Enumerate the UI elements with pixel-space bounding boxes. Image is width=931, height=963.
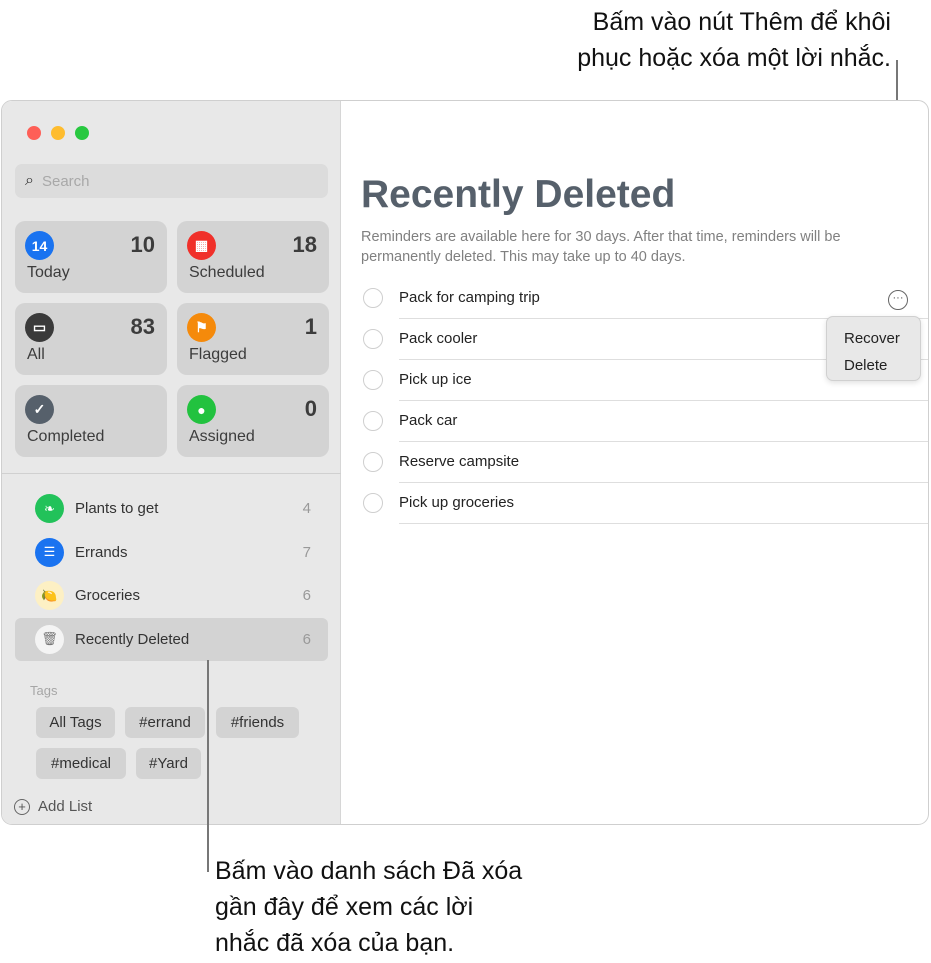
tag-chip[interactable]: All Tags [36, 707, 115, 738]
trash-icon: 🗑 [35, 624, 64, 654]
tag-chip[interactable]: #Yard [136, 748, 201, 779]
checkbox[interactable] [363, 411, 383, 431]
search-input[interactable]: ⌕ Search [15, 164, 328, 198]
zoom-button[interactable] [75, 126, 89, 140]
smart-list-today[interactable]: 14 10 Today [15, 221, 167, 293]
checkmark-icon: ✓ [25, 395, 54, 424]
main-pane: Recently Deleted Reminders are available… [342, 101, 928, 824]
callout-recently-deleted: Bấm vào danh sách Đã xóa gần đây để xem c… [215, 857, 523, 957]
divider [2, 473, 341, 474]
checkbox[interactable] [363, 493, 383, 513]
checkbox[interactable] [363, 370, 383, 390]
checkbox[interactable] [363, 452, 383, 472]
search-icon: ⌕ [25, 172, 34, 189]
divider [399, 523, 928, 524]
callout-line [207, 660, 209, 872]
list-item[interactable]: 🍋 Groceries 6 [15, 574, 328, 617]
smart-list-flagged[interactable]: ⚑ 1 Flagged [177, 303, 329, 375]
leaf-icon: ❧ [35, 494, 64, 523]
plus-circle-icon: + [14, 798, 30, 815]
page-title: Recently Deleted [361, 173, 676, 216]
minimize-button[interactable] [51, 126, 65, 140]
menu-item-delete[interactable]: Delete [844, 352, 920, 379]
person-icon: ● [187, 395, 216, 424]
smart-list-assigned[interactable]: ● 0 Assigned [177, 385, 329, 457]
flag-icon: ⚑ [187, 313, 216, 342]
smart-list-scheduled[interactable]: ▦ 18 Scheduled [177, 221, 329, 293]
checkbox[interactable] [363, 288, 383, 308]
close-button[interactable] [27, 126, 41, 140]
context-menu: Recover Delete [826, 316, 921, 381]
calendar-today-icon: 14 [25, 231, 54, 260]
tag-chip[interactable]: #friends [216, 707, 299, 738]
menu-item-recover[interactable]: Recover [844, 325, 920, 352]
list-icon: ☰ [35, 537, 64, 567]
calendar-icon: ▦ [187, 231, 216, 260]
list-item[interactable]: 🗑 Recently Deleted 6 [15, 617, 328, 661]
reminder-row: Pack car [361, 401, 928, 442]
lemon-icon: 🍋 [35, 581, 64, 610]
tags-header: Tags [30, 683, 58, 698]
add-list-button[interactable]: + Add List [14, 798, 92, 815]
sidebar: ⌕ Search 14 10 Today ▦ 18 Scheduled ▭ 83 All ⚑ 1 Fla… [2, 101, 341, 824]
reminder-row: Pack for camping trip [361, 278, 928, 319]
smart-list-all[interactable]: ▭ 83 All [15, 303, 167, 375]
description: Reminders are available here for 30 days… [361, 229, 841, 265]
tag-chip[interactable]: #errand [125, 707, 205, 738]
smart-list-completed[interactable]: ✓ Completed [15, 385, 167, 457]
checkbox[interactable] [363, 329, 383, 349]
callout-more-button: Bấm vào nút Thêm để khôi phục hoặc xóa mộ… [577, 8, 891, 72]
reminders-window: ⌕ Search 14 10 Today ▦ 18 Scheduled ▭ 83 All ⚑ 1 Fla… [1, 100, 929, 825]
reminder-row: Pick up groceries [361, 483, 928, 524]
tray-icon: ▭ [25, 313, 54, 342]
list-item[interactable]: ☰ Errands 7 [15, 531, 328, 574]
tag-chip[interactable]: #medical [36, 748, 126, 779]
reminder-row: Reserve campsite [361, 442, 928, 483]
more-options-icon[interactable]: ··· [888, 290, 908, 310]
list-item[interactable]: ❧ Plants to get 4 [15, 487, 328, 530]
